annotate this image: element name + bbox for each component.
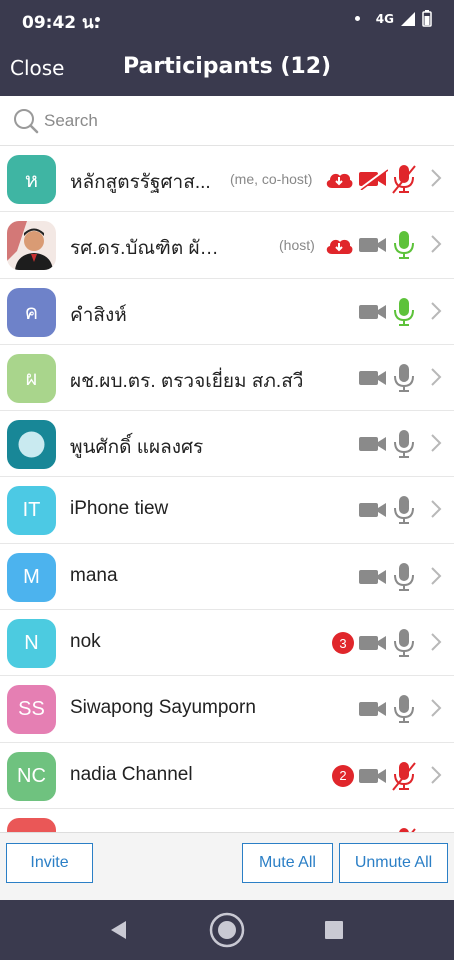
video-icon (359, 702, 386, 717)
chevron-right-icon (431, 567, 442, 585)
chat-badge: 2 (332, 764, 354, 787)
participant-row[interactable]: Nnok 3 (0, 610, 454, 677)
mic-muted-icon (392, 165, 416, 194)
avatar: N (7, 619, 56, 669)
unmute-all-button[interactable]: Unmute All (339, 843, 448, 883)
chevron-right-icon (431, 434, 442, 452)
cloud-record-icon (326, 240, 353, 255)
video-icon (359, 768, 386, 783)
mic-icon (394, 496, 414, 525)
avatar: SS (7, 685, 56, 735)
participant-name: รศ.ดร.บัณฑิต ผังนิรัน... (70, 238, 226, 260)
avatar-photo (7, 221, 56, 271)
participant-name: nadia Channel (70, 763, 193, 785)
avatar: ค (7, 287, 56, 337)
mic-icon (394, 297, 414, 326)
back-icon[interactable] (108, 920, 128, 940)
avatar: M (7, 552, 56, 602)
cloud-record-icon (326, 173, 353, 188)
battery-icon (422, 10, 432, 27)
participant-row[interactable]: ค คำสิงห์ (0, 278, 454, 345)
avatar (7, 420, 56, 470)
chevron-right-icon (431, 301, 442, 320)
network-type: 4G (375, 11, 394, 26)
mic-icon (394, 363, 414, 392)
video-icon (359, 503, 386, 518)
participant-name: ผช.ผบ.ตร. ตรวจเยี่ยม สภ.สวี (70, 370, 304, 392)
participant-name: iPhone tiew (70, 498, 169, 520)
chevron-right-icon (431, 368, 442, 386)
mute-all-button[interactable]: Mute All (242, 843, 333, 883)
avatar-initials: ห (24, 169, 39, 192)
participant-row[interactable]: SS Siwapong Sayumporn (0, 676, 454, 743)
video-icon (359, 370, 386, 385)
mic-icon (394, 430, 414, 459)
chat-badge: 3 (332, 632, 354, 655)
status-time: 09:42 น. (22, 13, 101, 33)
mic-icon (394, 562, 414, 591)
video-icon (359, 304, 386, 319)
chevron-right-icon (431, 169, 442, 187)
participant-row[interactable]: พูนศักดิ์ แผลงศร (0, 411, 454, 478)
video-off-icon (359, 168, 388, 190)
footer-bar: Invite Mute All Unmute All (0, 832, 454, 900)
search-icon (14, 109, 39, 134)
invite-button[interactable]: Invite (6, 843, 93, 883)
avatar-image (18, 431, 45, 458)
avatar-initials: NC (17, 764, 46, 787)
chevron-right-icon (431, 765, 442, 784)
participants-header: Close Participants (12) (0, 40, 454, 96)
notification-dot-icon (95, 17, 100, 22)
participant-name: Siwapong Sayumporn (70, 697, 256, 719)
notification-dot-icon (354, 16, 360, 21)
participant-name: คำสิงห์ (70, 304, 127, 326)
system-nav-bar (0, 900, 454, 960)
participant-row[interactable] (0, 808, 454, 832)
participant-role: (host) (279, 237, 315, 254)
participant-name: หลักสูตรรัฐศาส... (70, 172, 211, 193)
avatar-initials: M (23, 565, 40, 588)
participant-row[interactable]: ห หลักสูตรรัฐศาส... (me, co-host) (0, 146, 454, 213)
mic-muted-icon (392, 761, 416, 791)
video-icon (359, 437, 386, 452)
search-bar (0, 96, 454, 146)
page-title: Participants (12) (122, 54, 332, 79)
video-icon (359, 569, 386, 584)
avatar (7, 817, 56, 832)
recents-icon[interactable] (324, 920, 344, 940)
avatar: ผ (7, 353, 56, 403)
avatar-initials: N (24, 632, 39, 655)
participant-name: พูนศักดิ์ แผลงศร (70, 437, 204, 459)
avatar-initials: ผ (25, 368, 38, 391)
chevron-right-icon (431, 699, 442, 718)
search-input[interactable] (44, 106, 424, 136)
home-icon[interactable] (209, 912, 245, 948)
chevron-right-icon (431, 235, 442, 254)
participant-row[interactable]: NC nadia Channel 2 (0, 742, 454, 809)
avatar-initials: IT (22, 499, 41, 522)
participant-row[interactable]: รศ.ดร.บัณฑิต ผังนิรัน... (host) (0, 212, 454, 279)
status-bar: 09:42 น. 4G (0, 0, 454, 40)
avatar: ห (7, 155, 56, 204)
video-icon (359, 636, 386, 651)
mic-icon (394, 231, 414, 260)
participant-row[interactable]: ผ ผช.ผบ.ตร. ตรวจเยี่ยม สภ.สวี (0, 344, 454, 412)
participant-name: mana (70, 564, 118, 586)
avatar-initials: SS (18, 698, 45, 721)
avatar: IT (7, 486, 56, 536)
signal-icon (401, 11, 415, 26)
video-icon (359, 238, 386, 253)
avatar-initials: ค (24, 302, 39, 325)
mic-icon (394, 629, 414, 658)
avatar (7, 221, 56, 271)
avatar: NC (7, 751, 56, 801)
chevron-right-icon (431, 633, 442, 651)
mic-icon (394, 695, 414, 724)
participant-row[interactable]: Mmana (0, 543, 454, 611)
participant-role: (me, co-host) (230, 171, 313, 187)
participant-row[interactable]: IT iPhone tiew (0, 477, 454, 544)
participant-name: nok (70, 631, 101, 653)
participant-list: ห หลักสูตรรัฐศาส... (me, co-host) รศ.ดร.บัณ… (0, 146, 454, 832)
chevron-right-icon (431, 500, 442, 519)
